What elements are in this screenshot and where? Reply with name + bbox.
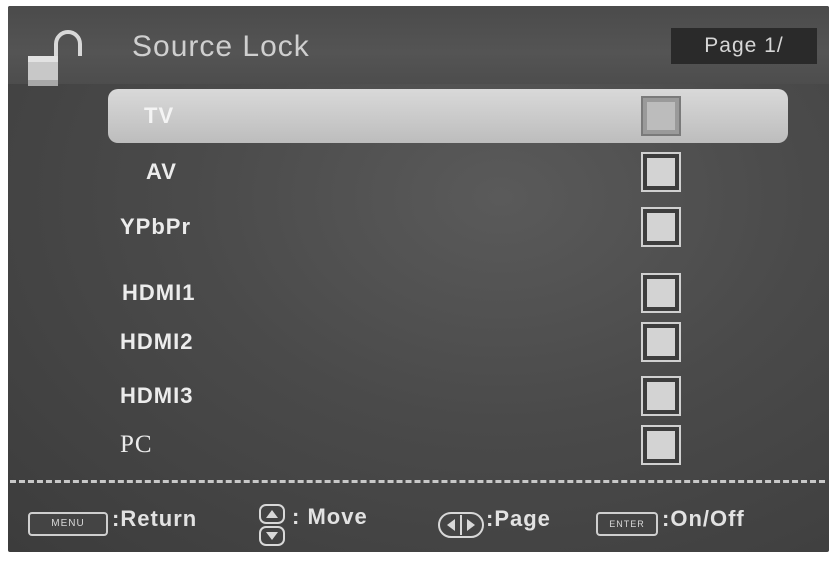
page-hint: :Page (486, 506, 551, 531)
left-right-arrows-icon (438, 512, 484, 538)
source-label: HDMI3 (120, 383, 194, 408)
source-row-hdmi2[interactable]: HDMI2 (108, 315, 788, 369)
lock-checkbox-hdmi3[interactable] (641, 376, 681, 416)
footer-hints: MENU :Return : Move :Page ENTER :On/Off (8, 496, 829, 546)
source-label: HDMI1 (122, 280, 196, 305)
source-row-tv[interactable]: TV (108, 89, 788, 143)
source-label: TV (144, 103, 175, 128)
menu-key[interactable]: MENU (28, 512, 108, 536)
lock-checkbox-ypbpr[interactable] (641, 207, 681, 247)
source-label: PC (120, 431, 153, 458)
lock-checkbox-tv[interactable] (641, 96, 681, 136)
up-down-arrows-icon (259, 504, 285, 546)
enter-key[interactable]: ENTER (596, 512, 658, 536)
lock-checkbox-av[interactable] (641, 152, 681, 192)
page-title: Source Lock (132, 30, 310, 63)
source-row-hdmi1[interactable]: HDMI1 (108, 266, 788, 320)
page-indicator: Page 1/ (671, 28, 817, 64)
source-label: YPbPr (120, 214, 192, 239)
source-label: AV (146, 159, 177, 184)
footer-divider (10, 480, 825, 483)
padlock-icon (28, 30, 82, 86)
lock-checkbox-hdmi2[interactable] (641, 322, 681, 362)
on-off-hint: :On/Off (662, 506, 745, 531)
move-hint: : Move (292, 504, 368, 529)
return-hint: :Return (112, 506, 198, 531)
lock-checkbox-pc[interactable] (641, 425, 681, 465)
source-row-hdmi3[interactable]: HDMI3 (108, 369, 788, 423)
source-row-av[interactable]: AV (108, 145, 788, 199)
source-row-pc[interactable]: PC (108, 418, 788, 472)
lock-checkbox-hdmi1[interactable] (641, 273, 681, 313)
source-label: HDMI2 (120, 329, 194, 354)
source-row-ypbpr[interactable]: YPbPr (108, 200, 788, 254)
source-lock-screen: Source Lock Page 1/ TV AV YPbPr HDMI1 HD… (8, 6, 829, 552)
